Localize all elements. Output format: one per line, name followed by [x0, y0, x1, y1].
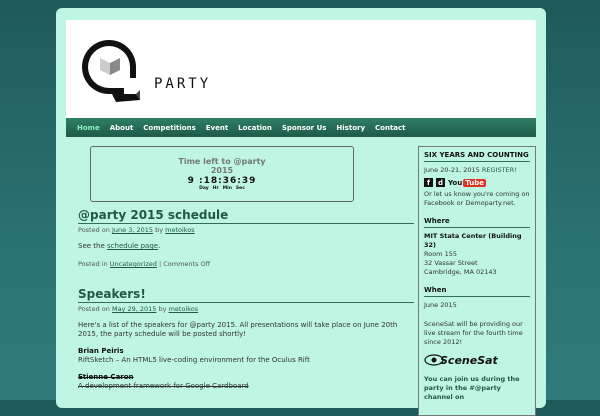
- countdown-title-line1: Time left to @party: [178, 157, 266, 166]
- countdown-title-line2: 2015: [210, 166, 234, 175]
- body-prefix: See the: [78, 242, 105, 250]
- nav-sponsor-us[interactable]: Sponsor Us: [277, 124, 332, 132]
- event-dates: June 20-21, 2015 REGISTER!: [424, 166, 530, 175]
- logo-text: PARTY: [154, 76, 212, 92]
- venue-address: MIT Stata Center (Building 32) Room 155 …: [424, 232, 530, 277]
- speaker-name: Brian Peiris: [78, 347, 124, 355]
- post-author-link[interactable]: metoikos: [169, 305, 199, 313]
- post-author-link[interactable]: metoikos: [165, 226, 195, 234]
- demoparty-icon[interactable]: d: [436, 178, 445, 187]
- post-title[interactable]: @party 2015 schedule: [78, 208, 414, 224]
- countdown-time: 9 :18:36:39: [187, 176, 257, 186]
- main-content: @party 2015 schedule Posted on June 3, 2…: [78, 208, 414, 391]
- unit-min: Min: [222, 186, 232, 191]
- meta-by: by: [155, 226, 164, 234]
- post-schedule: @party 2015 schedule Posted on June 3, 2…: [78, 208, 414, 268]
- meta-by: by: [158, 305, 167, 313]
- speaker-name: Etienne Caron: [78, 373, 134, 381]
- countdown-widget: Time left to @party 2015 9 :18:36:39 Day…: [90, 146, 354, 202]
- countdown-units: Day Hr Min Sec: [91, 186, 353, 191]
- post-footer: Posted in Uncategorized | Comments Off: [78, 260, 414, 268]
- post-date-link[interactable]: May 29, 2015: [112, 305, 156, 313]
- unit-hr: Hr: [212, 186, 219, 191]
- speaker-talk: A development framework for Google Cardb…: [78, 382, 249, 390]
- venue-street: 32 Vassar Street: [424, 259, 478, 267]
- nav-event[interactable]: Event: [201, 124, 233, 132]
- page-wrapper: PARTY Home About Competitions Event Loca…: [56, 8, 546, 416]
- follow-text: Or let us know you're coming on Facebook…: [424, 190, 530, 207]
- scenesat-logo-text: SceneSat: [440, 354, 498, 367]
- countdown-title: Time left to @party 2015: [91, 157, 353, 175]
- post-meta: Posted on May 29, 2015 by metoikos: [78, 305, 414, 313]
- schedule-page-link[interactable]: schedule page: [107, 242, 158, 250]
- nav-contact[interactable]: Contact: [370, 124, 411, 132]
- body-suffix: .: [158, 242, 161, 250]
- post-title[interactable]: Speakers!: [78, 287, 414, 303]
- footer-prefix: Posted in: [78, 260, 108, 268]
- at-party-logo-icon[interactable]: [76, 34, 142, 108]
- nav-history[interactable]: History: [331, 124, 370, 132]
- youtube-you: You: [448, 178, 463, 187]
- nav-about[interactable]: About: [105, 124, 139, 132]
- comments-status: | Comments Off: [158, 260, 211, 268]
- social-icons: f d You Tube: [424, 178, 530, 187]
- speaker-talk: RiftSketch – An HTML5 live-coding enviro…: [78, 356, 310, 364]
- unit-day: Day: [199, 186, 209, 191]
- site-header: PARTY: [66, 20, 536, 118]
- facebook-icon[interactable]: f: [424, 178, 433, 187]
- sidebar-heading: When: [424, 286, 530, 297]
- irc-text: You can join us during the party in the …: [424, 375, 520, 401]
- post-speakers: Speakers! Posted on May 29, 2015 by meto…: [78, 287, 414, 391]
- nav-location[interactable]: Location: [233, 124, 277, 132]
- dates-text: June 20-21, 2015: [424, 166, 480, 174]
- sidebar-heading: Where: [424, 217, 530, 228]
- sidebar: SIX YEARS AND COUNTING June 20-21, 2015 …: [418, 146, 536, 416]
- post-date-link[interactable]: June 3, 2015: [112, 226, 153, 234]
- nav-home[interactable]: Home: [72, 124, 105, 132]
- post-meta: Posted on June 3, 2015 by metoikos: [78, 226, 414, 234]
- category-link[interactable]: Uncategorized: [110, 260, 157, 268]
- register-link[interactable]: REGISTER!: [482, 166, 517, 174]
- sidebar-heading: SIX YEARS AND COUNTING: [424, 151, 530, 162]
- youtube-tube: Tube: [463, 178, 486, 187]
- scenesat-text: SceneSat will be providing our live stre…: [424, 320, 523, 346]
- scenesat-logo-icon[interactable]: SceneSat: [424, 351, 499, 369]
- when-text: June 2015: [424, 301, 457, 309]
- meta-prefix: Posted on: [78, 226, 110, 234]
- youtube-icon[interactable]: You Tube: [448, 178, 486, 187]
- post-body: See the schedule page.: [78, 242, 414, 251]
- unit-sec: Sec: [235, 186, 245, 191]
- venue-room: Room 155: [424, 250, 457, 258]
- venue-city: Cambridge, MA 02143: [424, 268, 497, 276]
- main-nav: Home About Competitions Event Location S…: [66, 118, 536, 137]
- post-body: Here's a list of the speakers for @party…: [78, 321, 398, 338]
- venue-name: MIT Stata Center (Building 32): [424, 232, 522, 249]
- meta-prefix: Posted on: [78, 305, 110, 313]
- nav-competitions[interactable]: Competitions: [138, 124, 200, 132]
